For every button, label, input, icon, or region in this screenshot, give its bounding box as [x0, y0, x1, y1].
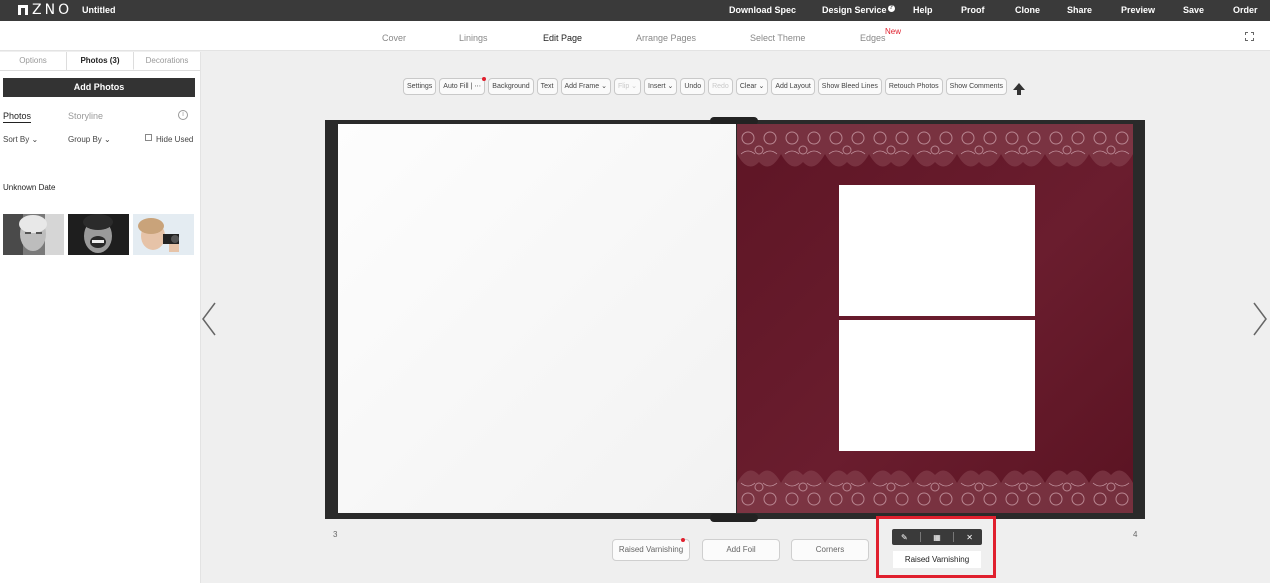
insert-button[interactable]: Insert ⌄	[644, 78, 678, 95]
close-icon[interactable]: ✕	[961, 533, 979, 542]
proof-button[interactable]: Proof	[961, 5, 985, 15]
tab-decorations[interactable]: Decorations	[134, 52, 200, 70]
logo-text: ZNO	[32, 2, 73, 18]
auto-fill-button[interactable]: Auto Fill | ⋯	[439, 77, 487, 95]
notification-dot	[681, 538, 685, 542]
info-icon[interactable]: i	[178, 110, 188, 120]
sidebar-tabs: Options Photos (3) Decorations	[0, 52, 200, 71]
photo-thumbnail-laughing-man[interactable]	[68, 214, 129, 255]
subtab-storyline[interactable]: Storyline	[68, 111, 103, 121]
grid-icon[interactable]: ▦	[928, 533, 946, 542]
zno-logo[interactable]: ZNO	[18, 3, 72, 17]
sort-by-dropdown[interactable]: Sort By ⌄	[3, 135, 38, 144]
edit-icon[interactable]: ✎	[895, 533, 913, 542]
tab-cover[interactable]: Cover	[382, 33, 406, 43]
left-page[interactable]	[338, 124, 736, 513]
lace-border-bottom	[737, 455, 1133, 513]
settings-button[interactable]: Settings	[403, 78, 437, 95]
help-button[interactable]: Help	[913, 5, 933, 15]
background-button[interactable]: Background	[488, 78, 534, 95]
arrow-up-icon[interactable]	[1012, 83, 1025, 95]
document-title[interactable]: Untitled	[82, 5, 116, 15]
lace-border-top	[737, 124, 1133, 182]
raised-varnishing-button[interactable]: Raised Varnishing	[612, 538, 690, 561]
clear-button[interactable]: Clear ⌄	[735, 78, 769, 95]
page-nav: Cover Linings Edit Page Arrange Pages Se…	[0, 21, 1270, 51]
right-page-number: 4	[1133, 530, 1138, 539]
clone-button[interactable]: Clone	[1015, 5, 1040, 15]
text-button[interactable]: Text	[536, 78, 558, 95]
popover-label: Raised Varnishing	[893, 551, 981, 568]
sort-by-label: Sort By	[3, 135, 30, 144]
corners-button[interactable]: Corners	[791, 539, 869, 561]
top-bar: ZNO Untitled Download Spec Design Servic…	[0, 0, 1270, 21]
tab-select-theme[interactable]: Select Theme	[750, 33, 805, 43]
spine-handle-bottom	[710, 514, 758, 522]
order-button[interactable]: Order	[1233, 5, 1258, 15]
preview-button[interactable]: Preview	[1121, 5, 1155, 15]
tab-arrange-pages[interactable]: Arrange Pages	[636, 33, 696, 43]
photo-frame-bottom[interactable]	[839, 320, 1035, 451]
show-bleed-lines-button[interactable]: Show Bleed Lines	[817, 78, 882, 95]
retouch-photos-button[interactable]: Retouch Photos	[884, 78, 943, 95]
chevron-down-icon: ⌄	[104, 135, 111, 144]
right-page[interactable]	[737, 124, 1133, 513]
undo-button[interactable]: Undo	[680, 78, 706, 95]
question-icon: ?	[887, 5, 895, 12]
group-by-label: Group By	[68, 135, 102, 144]
share-button[interactable]: Share	[1067, 5, 1092, 15]
design-service-label: Design Service	[822, 5, 887, 15]
tab-edit-page[interactable]: Edit Page	[543, 33, 582, 43]
redo-button[interactable]: Redo	[708, 78, 733, 95]
chevron-down-icon: ⌄	[31, 135, 39, 144]
next-page-arrow-icon[interactable]	[1253, 302, 1267, 336]
add-photos-button[interactable]: Add Photos	[3, 78, 195, 97]
raised-varnishing-label: Raised Varnishing	[618, 545, 684, 554]
previous-page-arrow-icon[interactable]	[202, 302, 216, 336]
page-spread[interactable]	[325, 117, 1145, 522]
hide-used-checkbox[interactable]	[145, 134, 152, 141]
left-page-number: 3	[333, 530, 338, 539]
photo-thumbnail-child-camera[interactable]	[133, 214, 194, 255]
new-badge: New	[885, 27, 902, 36]
flip-button[interactable]: Flip ⌄	[613, 78, 642, 95]
notification-dot	[482, 77, 487, 81]
group-heading: Unknown Date	[3, 183, 56, 192]
subtab-photos[interactable]: Photos	[3, 111, 32, 123]
tab-edges[interactable]: Edges	[860, 33, 886, 43]
download-spec-button[interactable]: Download Spec	[729, 5, 796, 15]
add-frame-button[interactable]: Add Frame ⌄	[560, 78, 611, 95]
hide-used-label: Hide Used	[156, 135, 194, 144]
element-popover-toolbar: ✎ ▦ ✕	[892, 529, 982, 545]
design-service-button[interactable]: Design Service?	[822, 5, 895, 15]
logo-mark-icon	[18, 5, 28, 15]
show-comments-button[interactable]: Show Comments	[945, 78, 1007, 95]
tab-options[interactable]: Options	[0, 52, 67, 70]
tab-linings[interactable]: Linings	[459, 33, 488, 43]
fullscreen-icon[interactable]	[1245, 32, 1254, 41]
edit-toolbar: Settings Auto Fill | ⋯ Background Text A…	[403, 77, 1025, 95]
group-by-dropdown[interactable]: Group By ⌄	[68, 135, 111, 144]
add-layout-button[interactable]: Add Layout	[771, 78, 815, 95]
save-button[interactable]: Save	[1183, 5, 1204, 15]
sidebar: Options Photos (3) Decorations Add Photo…	[0, 52, 201, 583]
auto-fill-label: Auto Fill | ⋯	[443, 83, 482, 90]
photo-frame-top[interactable]	[839, 185, 1035, 316]
tab-photos[interactable]: Photos (3)	[67, 52, 134, 70]
photo-thumbnail-elderly-woman[interactable]	[3, 214, 64, 255]
highlight-box	[876, 516, 996, 578]
add-foil-button[interactable]: Add Foil	[702, 539, 780, 561]
